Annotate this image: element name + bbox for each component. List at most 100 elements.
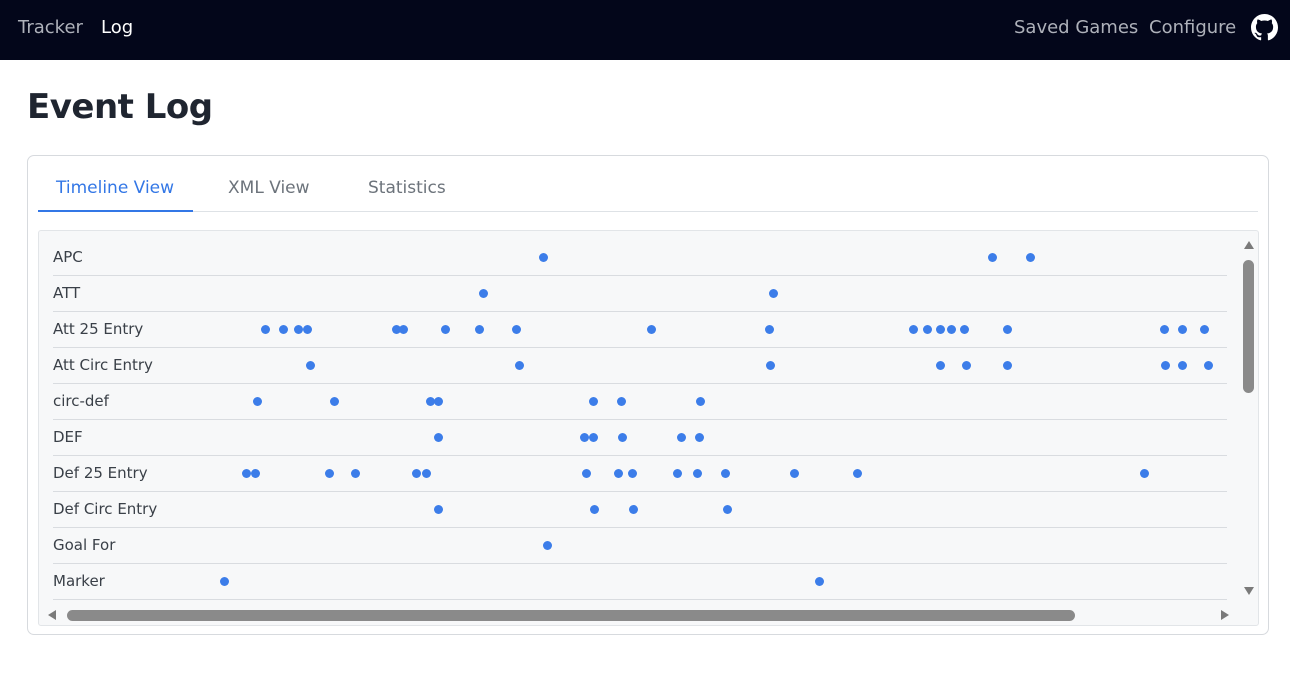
event-dot[interactable]: [814, 576, 824, 586]
tab-divider: [38, 211, 1258, 212]
event-dot[interactable]: [676, 432, 686, 442]
nav-tracker-link[interactable]: Tracker: [18, 16, 83, 40]
event-dot[interactable]: [627, 468, 637, 478]
event-dot[interactable]: [433, 504, 443, 514]
nav-log-link[interactable]: Log: [101, 16, 133, 40]
event-dot[interactable]: [987, 252, 997, 262]
event-dot[interactable]: [1203, 360, 1213, 370]
event-dot[interactable]: [589, 504, 599, 514]
timeline-row: circ-def: [53, 384, 1227, 420]
active-tab-indicator: [38, 210, 193, 212]
tab-statistics[interactable]: Statistics: [368, 177, 446, 199]
vertical-scroll-thumb[interactable]: [1243, 260, 1254, 393]
event-dot[interactable]: [579, 432, 589, 442]
nav-configure-link[interactable]: Configure: [1149, 16, 1236, 40]
event-dot[interactable]: [1139, 468, 1149, 478]
event-dot[interactable]: [398, 324, 408, 334]
event-dot[interactable]: [440, 324, 450, 334]
event-dot[interactable]: [329, 396, 339, 406]
timeline-row-label: Goal For: [53, 536, 116, 554]
event-dot[interactable]: [722, 504, 732, 514]
event-dot[interactable]: [588, 396, 598, 406]
github-icon[interactable]: [1251, 14, 1278, 41]
event-dot[interactable]: [433, 396, 443, 406]
timeline-row: Marker: [53, 564, 1227, 600]
event-dot[interactable]: [411, 468, 421, 478]
event-dot[interactable]: [588, 432, 598, 442]
event-dot[interactable]: [252, 396, 262, 406]
event-dot[interactable]: [852, 468, 862, 478]
scroll-down-icon[interactable]: [1244, 587, 1254, 595]
event-dot[interactable]: [241, 468, 251, 478]
event-dot[interactable]: [302, 324, 312, 334]
horizontal-scroll-thumb[interactable]: [67, 610, 1075, 621]
timeline-row: DEF: [53, 420, 1227, 456]
tab-xml-view[interactable]: XML View: [228, 177, 310, 199]
event-dot[interactable]: [922, 324, 932, 334]
event-dot[interactable]: [617, 432, 627, 442]
event-dot[interactable]: [421, 468, 431, 478]
vertical-scrollbar[interactable]: [1240, 231, 1258, 613]
event-dot[interactable]: [250, 468, 260, 478]
event-dot[interactable]: [278, 324, 288, 334]
event-dot[interactable]: [1159, 324, 1169, 334]
event-dot[interactable]: [768, 288, 778, 298]
event-dot[interactable]: [538, 252, 548, 262]
event-dot[interactable]: [695, 396, 705, 406]
event-dot[interactable]: [946, 324, 956, 334]
event-dot[interactable]: [478, 288, 488, 298]
event-dot[interactable]: [692, 468, 702, 478]
event-dot[interactable]: [1177, 324, 1187, 334]
event-dot[interactable]: [613, 468, 623, 478]
scroll-up-icon[interactable]: [1244, 241, 1254, 249]
event-dot[interactable]: [789, 468, 799, 478]
horizontal-scrollbar[interactable]: [39, 606, 1240, 624]
timeline-row-label: Att 25 Entry: [53, 320, 144, 338]
timeline-row-label: Def 25 Entry: [53, 464, 148, 482]
event-dot[interactable]: [616, 396, 626, 406]
event-dot[interactable]: [908, 324, 918, 334]
event-dot[interactable]: [511, 324, 521, 334]
event-dot[interactable]: [514, 360, 524, 370]
event-dot[interactable]: [646, 324, 656, 334]
nav-saved-games-link[interactable]: Saved Games: [1014, 16, 1138, 40]
event-dot[interactable]: [961, 360, 971, 370]
event-dot[interactable]: [1025, 252, 1035, 262]
event-dot[interactable]: [542, 540, 552, 550]
event-dot[interactable]: [1199, 324, 1209, 334]
event-dot[interactable]: [1002, 324, 1012, 334]
event-dot[interactable]: [260, 324, 270, 334]
event-dot[interactable]: [720, 468, 730, 478]
event-dot[interactable]: [935, 360, 945, 370]
event-dot[interactable]: [935, 324, 945, 334]
timeline-row: ATT: [53, 276, 1227, 312]
event-dot[interactable]: [672, 468, 682, 478]
scroll-left-icon[interactable]: [48, 610, 56, 620]
event-dot[interactable]: [959, 324, 969, 334]
event-dot[interactable]: [324, 468, 334, 478]
event-dot[interactable]: [305, 360, 315, 370]
event-dot[interactable]: [694, 432, 704, 442]
event-dot[interactable]: [219, 576, 229, 586]
event-dot[interactable]: [1177, 360, 1187, 370]
event-dot[interactable]: [293, 324, 303, 334]
tab-timeline-view[interactable]: Timeline View: [56, 177, 174, 199]
timeline-row: Att 25 Entry: [53, 312, 1227, 348]
event-dot[interactable]: [474, 324, 484, 334]
timeline-row: Def 25 Entry: [53, 456, 1227, 492]
event-dot[interactable]: [1002, 360, 1012, 370]
event-dot[interactable]: [765, 360, 775, 370]
event-dot[interactable]: [628, 504, 638, 514]
event-dot[interactable]: [433, 432, 443, 442]
timeline-view[interactable]: APC ATT Att 25 Entry Att Circ Entry circ-def…: [38, 230, 1259, 626]
timeline-row: APC: [53, 240, 1227, 276]
event-log-card: Timeline View XML View Statistics APC ATT…: [27, 155, 1269, 635]
event-dot[interactable]: [1160, 360, 1170, 370]
timeline-row: Att Circ Entry: [53, 348, 1227, 384]
timeline-row-label: DEF: [53, 428, 83, 446]
event-dot[interactable]: [350, 468, 360, 478]
timeline-row-label: ATT: [53, 284, 81, 302]
event-dot[interactable]: [581, 468, 591, 478]
event-dot[interactable]: [764, 324, 774, 334]
scroll-right-icon[interactable]: [1221, 610, 1229, 620]
